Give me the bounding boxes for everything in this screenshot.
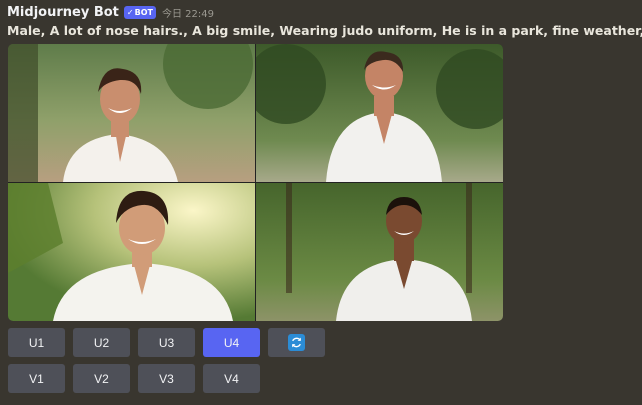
variation-button-4[interactable]: V4: [203, 364, 260, 393]
check-icon: ✓: [126, 7, 134, 17]
portrait-image: [256, 183, 503, 321]
grid-image-2[interactable]: [256, 44, 503, 182]
bot-badge: ✓ BOT: [123, 5, 156, 19]
reroll-button[interactable]: [268, 328, 325, 357]
grid-image-1[interactable]: [8, 44, 255, 182]
variation-button-1[interactable]: V1: [8, 364, 65, 393]
variation-button-row: V1 V2 V3 V4: [8, 364, 268, 393]
grid-image-3[interactable]: [8, 183, 255, 321]
portrait-image: [8, 183, 255, 321]
upscale-button-row: U1 U2 U3 U4: [8, 328, 333, 357]
variation-button-2[interactable]: V2: [73, 364, 130, 393]
username[interactable]: Midjourney Bot: [7, 5, 119, 20]
portrait-image: [256, 44, 503, 182]
upscale-button-3[interactable]: U3: [138, 328, 195, 357]
image-grid[interactable]: [8, 44, 503, 321]
message-header: Midjourney Bot ✓ BOT 今日 22:49: [7, 3, 214, 21]
upscale-button-4[interactable]: U4: [203, 328, 260, 357]
grid-image-4[interactable]: [256, 183, 503, 321]
variation-button-3[interactable]: V3: [138, 364, 195, 393]
timestamp: 今日 22:49: [161, 8, 214, 20]
bot-badge-label: BOT: [134, 7, 153, 17]
upscale-button-2[interactable]: U2: [73, 328, 130, 357]
portrait-image: [8, 44, 255, 182]
refresh-icon: [288, 334, 305, 351]
upscale-button-1[interactable]: U1: [8, 328, 65, 357]
prompt-text: Male, A lot of nose hairs., A big smile,…: [7, 23, 642, 38]
refresh-icon-glyph: [292, 337, 301, 348]
